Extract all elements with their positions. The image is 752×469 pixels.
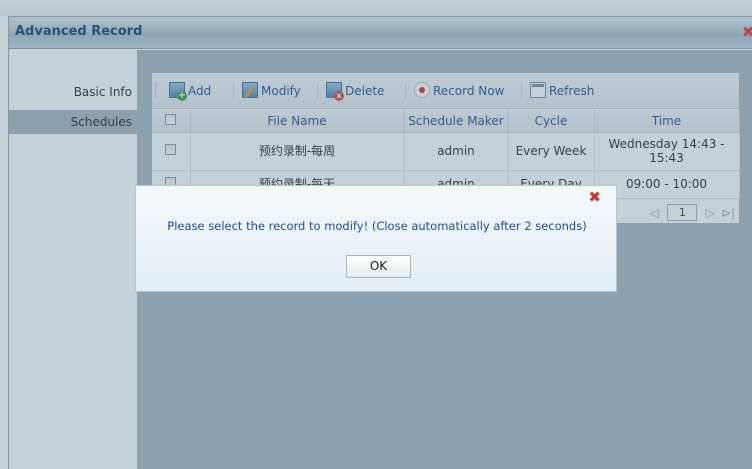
dialog-message: Please select the record to modify! (Clo… [167, 219, 587, 233]
dialog-close-icon[interactable]: ✖ [588, 189, 601, 205]
alert-dialog: ✖ Please select the record to modify! (C… [135, 185, 617, 292]
ok-button[interactable]: OK [346, 255, 411, 278]
